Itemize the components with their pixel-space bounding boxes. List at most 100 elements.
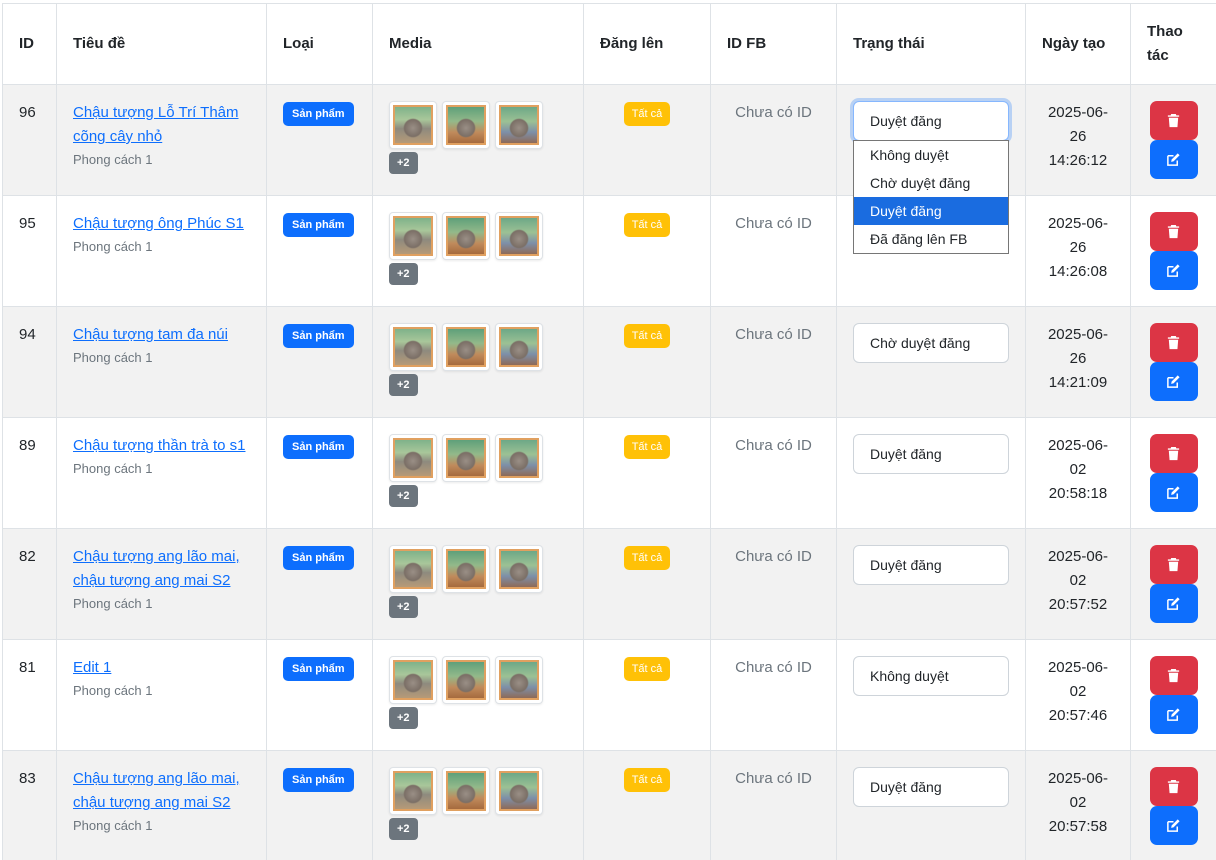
edit-icon xyxy=(1167,375,1180,388)
edit-icon xyxy=(1167,597,1180,610)
title-cell: Edit 1 Phong cách 1 xyxy=(56,639,267,751)
status-select[interactable]: Không duyệt xyxy=(853,656,1009,696)
header-media: Media xyxy=(372,3,584,85)
media-thumbnail[interactable] xyxy=(389,323,437,371)
media-thumbnail[interactable] xyxy=(442,545,490,593)
type-badge: Sản phẩm xyxy=(283,213,354,237)
status-select[interactable]: Duyệt đăng xyxy=(853,434,1009,474)
more-media-badge[interactable]: +2 xyxy=(389,707,418,729)
media-thumbnail[interactable] xyxy=(442,323,490,371)
type-badge: Sản phẩm xyxy=(283,657,354,681)
more-media-badge[interactable]: +2 xyxy=(389,374,418,396)
trash-icon xyxy=(1167,446,1180,461)
post-style: Phong cách 1 xyxy=(73,239,153,254)
post-title-link[interactable]: Chậu tượng ang lão mai, chậu tượng ang m… xyxy=(73,545,250,593)
media-thumbnail[interactable] xyxy=(442,767,490,815)
posts-table: ID Tiêu đề Loại Media Đăng lên ID FB Trạ… xyxy=(2,3,1216,860)
header-status: Trạng thái xyxy=(836,3,1026,85)
edit-button[interactable] xyxy=(1149,584,1198,623)
media-thumbnail[interactable] xyxy=(495,323,543,371)
media-thumbnail[interactable] xyxy=(389,545,437,593)
post-to-cell: Tất cả xyxy=(583,639,711,751)
table-row: 95 Chậu tượng ông Phúc S1 Phong cách 1 S… xyxy=(2,195,1216,307)
created-date: 2025-06- 02 20:57:52 xyxy=(1025,528,1131,640)
more-media-badge[interactable]: +2 xyxy=(389,152,418,174)
status-select[interactable]: Duyệt đăng xyxy=(853,767,1009,807)
status-cell: Duyệt đăng xyxy=(836,417,1026,529)
post-title-link[interactable]: Chậu tượng thần trà to s1 xyxy=(73,434,250,458)
status-option[interactable]: Duyệt đăng xyxy=(854,197,1008,225)
post-title-link[interactable]: Chậu tượng Lỗ Trí Thâm cõng cây nhỏ xyxy=(73,101,250,149)
edit-button[interactable] xyxy=(1149,251,1198,290)
media-thumbnails xyxy=(389,767,567,815)
status-select[interactable]: Duyệt đăng xyxy=(853,545,1009,585)
post-style: Phong cách 1 xyxy=(73,152,153,167)
status-select[interactable]: Duyệt đăng xyxy=(853,101,1009,141)
delete-button[interactable] xyxy=(1149,323,1198,362)
media-thumbnail[interactable] xyxy=(495,767,543,815)
actions-cell xyxy=(1130,639,1216,751)
table-row: 89 Chậu tượng thần trà to s1 Phong cách … xyxy=(2,417,1216,529)
media-thumbnails xyxy=(389,212,567,260)
more-media-badge[interactable]: +2 xyxy=(389,818,418,840)
edit-button[interactable] xyxy=(1149,473,1198,512)
status-cell: Duyệt đăng Không duyệt Chờ duyệt đăng Duyệ… xyxy=(836,84,1026,254)
row-id: 96 xyxy=(2,84,57,196)
post-title-link[interactable]: Chậu tượng ông Phúc S1 xyxy=(73,212,250,236)
post-to-cell: Tất cả xyxy=(583,417,711,529)
fb-id: Chưa có ID xyxy=(710,528,837,640)
post-title-link[interactable]: Chậu tượng ang lão mai, chậu tượng ang m… xyxy=(73,767,250,815)
post-to-cell: Tất cả xyxy=(583,750,711,860)
status-option[interactable]: Không duyệt xyxy=(854,141,1008,169)
more-media-badge[interactable]: +2 xyxy=(389,485,418,507)
status-cell: Duyệt đăng xyxy=(836,750,1026,860)
media-thumbnail[interactable] xyxy=(495,545,543,593)
media-thumbnail[interactable] xyxy=(495,656,543,704)
delete-button[interactable] xyxy=(1149,434,1198,473)
delete-button[interactable] xyxy=(1149,545,1198,584)
media-thumbnail[interactable] xyxy=(442,101,490,149)
post-title-link[interactable]: Edit 1 xyxy=(73,656,250,680)
media-thumbnail[interactable] xyxy=(442,656,490,704)
delete-button[interactable] xyxy=(1149,101,1198,140)
edit-button[interactable] xyxy=(1149,362,1198,401)
media-thumbnail[interactable] xyxy=(389,101,437,149)
post-style: Phong cách 1 xyxy=(73,818,153,833)
edit-button[interactable] xyxy=(1149,695,1198,734)
media-thumbnail[interactable] xyxy=(389,434,437,482)
fb-id: Chưa có ID xyxy=(710,639,837,751)
media-thumbnail[interactable] xyxy=(442,212,490,260)
status-option[interactable]: Đã đăng lên FB xyxy=(854,225,1008,253)
media-thumbnails xyxy=(389,101,567,149)
title-cell: Chậu tượng ông Phúc S1 Phong cách 1 xyxy=(56,195,267,307)
type-badge: Sản phẩm xyxy=(283,102,354,126)
edit-icon xyxy=(1167,486,1180,499)
status-cell: Không duyệt xyxy=(836,639,1026,751)
media-thumbnail[interactable] xyxy=(495,101,543,149)
trash-icon xyxy=(1167,557,1180,572)
media-thumbnail[interactable] xyxy=(389,767,437,815)
delete-button[interactable] xyxy=(1149,767,1198,806)
actions-cell xyxy=(1130,195,1216,307)
delete-button[interactable] xyxy=(1149,656,1198,695)
edit-button[interactable] xyxy=(1149,140,1198,179)
media-thumbnail[interactable] xyxy=(389,212,437,260)
edit-icon xyxy=(1167,264,1180,277)
table-header-row: ID Tiêu đề Loại Media Đăng lên ID FB Trạ… xyxy=(2,3,1216,85)
trash-icon xyxy=(1167,113,1180,128)
media-thumbnail[interactable] xyxy=(495,212,543,260)
media-thumbnail[interactable] xyxy=(389,656,437,704)
more-media-badge[interactable]: +2 xyxy=(389,596,418,618)
more-media-badge[interactable]: +2 xyxy=(389,263,418,285)
type-cell: Sản phẩm xyxy=(266,639,373,751)
table-row: 94 Chậu tượng tam đa núi Phong cách 1 Sả… xyxy=(2,306,1216,418)
title-cell: Chậu tượng tam đa núi Phong cách 1 xyxy=(56,306,267,418)
status-option[interactable]: Chờ duyệt đăng xyxy=(854,169,1008,197)
media-thumbnail[interactable] xyxy=(495,434,543,482)
media-thumbnail[interactable] xyxy=(442,434,490,482)
status-select[interactable]: Chờ duyệt đăng xyxy=(853,323,1009,363)
edit-button[interactable] xyxy=(1149,806,1198,845)
media-cell: +2 xyxy=(372,306,584,418)
post-title-link[interactable]: Chậu tượng tam đa núi xyxy=(73,323,250,347)
delete-button[interactable] xyxy=(1149,212,1198,251)
